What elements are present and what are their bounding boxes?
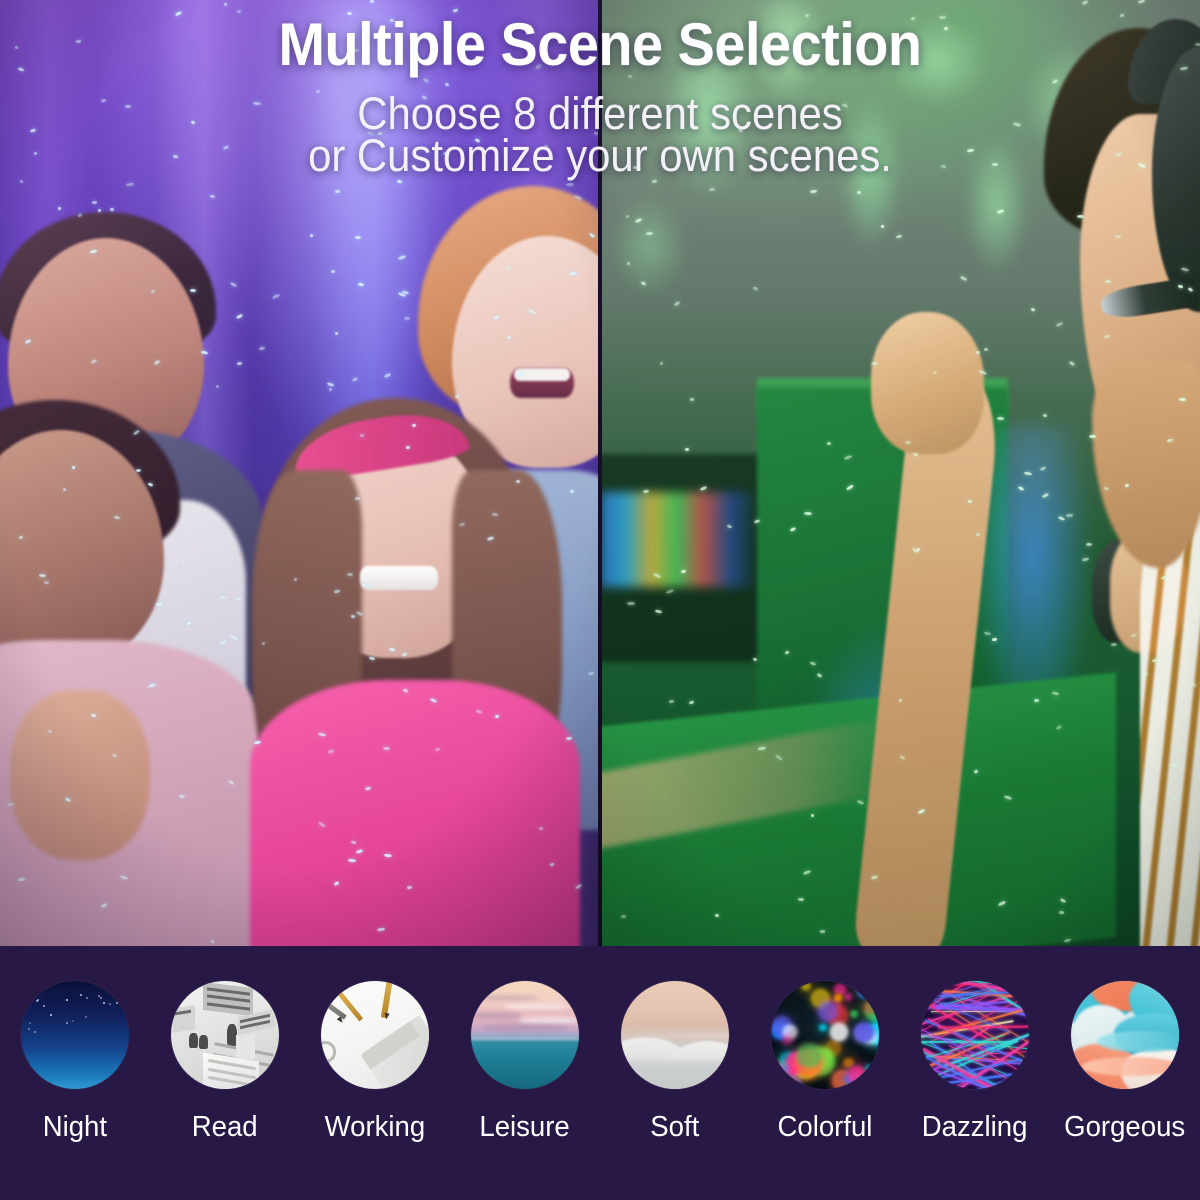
product-feature-banner: Multiple Scene Selection Choose 8 differ… — [0, 0, 1200, 1200]
light-streaks-thumbnail[interactable] — [921, 981, 1029, 1089]
scene-item-read[interactable]: Read — [150, 946, 300, 1200]
scene-item-dazzling[interactable]: Dazzling — [900, 946, 1050, 1200]
scene-label-gorgeous: Gorgeous — [1064, 1111, 1186, 1143]
night-sky-thumbnail[interactable] — [21, 981, 129, 1089]
pale-dunes-thumbnail[interactable] — [621, 981, 729, 1089]
scene-label-night: Night — [42, 1111, 108, 1143]
scene-label-colorful: Colorful — [777, 1111, 873, 1143]
scene-label-soft: Soft — [650, 1111, 700, 1143]
scene-label-dazzling: Dazzling — [922, 1111, 1028, 1143]
scene-list: Night Read Working Leisure Soft Colorful D… — [0, 946, 1200, 1200]
library-thumbnail[interactable] — [171, 981, 279, 1089]
scene-item-working[interactable]: Working — [300, 946, 450, 1200]
scene-label-read: Read — [192, 1111, 258, 1143]
scene-item-colorful[interactable]: Colorful — [750, 946, 900, 1200]
scene-label-working: Working — [324, 1111, 426, 1143]
scene-item-leisure[interactable]: Leisure — [450, 946, 600, 1200]
desk-keyboard-thumbnail[interactable] — [321, 981, 429, 1089]
scene-item-gorgeous[interactable]: Gorgeous — [1050, 946, 1200, 1200]
ocean-sunset-thumbnail[interactable] — [471, 981, 579, 1089]
marble-swirl-thumbnail[interactable] — [1071, 981, 1179, 1089]
scene-item-soft[interactable]: Soft — [600, 946, 750, 1200]
scene-label-leisure: Leisure — [479, 1111, 571, 1143]
scene-item-night[interactable]: Night — [0, 946, 150, 1200]
scene-selector-strip: Night Read Working Leisure Soft Colorful D… — [0, 946, 1200, 1200]
bokeh-lights-thumbnail[interactable] — [771, 981, 879, 1089]
subtitle-line-2: or Customize your own scenes. — [308, 130, 892, 181]
page-title: Multiple Scene Selection — [278, 11, 922, 78]
